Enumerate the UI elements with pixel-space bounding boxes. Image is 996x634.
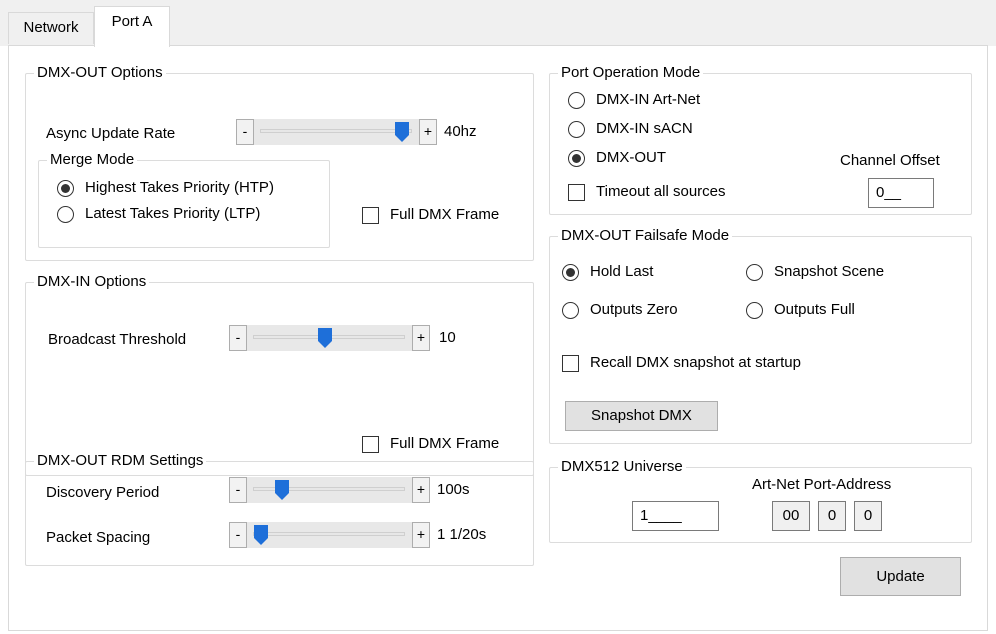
broadcast-threshold-label: Broadcast Threshold (48, 331, 187, 348)
hold-last-radio[interactable] (562, 264, 579, 281)
channel-offset-label: Channel Offset (840, 152, 940, 169)
dmx-in-options-group: DMX-IN Options Broadcast Threshold - + 1… (25, 273, 534, 476)
dmx-out-radio[interactable] (568, 150, 585, 167)
dmx-out-full-frame-label[interactable]: Full DMX Frame (390, 206, 499, 224)
async-increase-button[interactable]: + (419, 119, 437, 145)
dmx-in-sacn-radio[interactable] (568, 121, 585, 138)
dmx-out-options-group: DMX-OUT Options Async Update Rate - + 40… (25, 64, 534, 261)
dmx-in-options-title: DMX-IN Options (34, 273, 150, 291)
ltp-radio[interactable] (57, 206, 74, 223)
outputs-zero-label[interactable]: Outputs Zero (590, 301, 678, 319)
htp-radio[interactable] (57, 180, 74, 197)
channel-offset-field[interactable]: 0__ (868, 178, 934, 208)
dmx-in-artnet-label[interactable]: DMX-IN Art-Net (596, 91, 700, 109)
update-button[interactable]: Update (840, 557, 961, 596)
async-decrease-button[interactable]: - (236, 119, 254, 145)
async-track-area (254, 119, 419, 145)
universe-group: DMX512 Universe 1____ Art-Net Port-Addre… (549, 458, 972, 543)
dmx-out-options-title: DMX-OUT Options (34, 64, 166, 82)
outputs-full-label[interactable]: Outputs Full (774, 301, 855, 319)
artnet-subnet-field[interactable]: 0 (818, 501, 846, 531)
broadcast-decrease-button[interactable]: - (229, 325, 247, 351)
discovery-decrease-button[interactable]: - (229, 477, 247, 503)
timeout-all-sources-label[interactable]: Timeout all sources (596, 183, 726, 201)
snapshot-scene-radio[interactable] (746, 264, 763, 281)
async-thumb[interactable] (394, 122, 409, 142)
broadcast-threshold-value: 10 (439, 329, 456, 346)
tab-port-a-label: Port A (111, 13, 153, 30)
universe-field[interactable]: 1____ (632, 501, 719, 531)
snapshot-dmx-button[interactable]: Snapshot DMX (565, 401, 718, 431)
dmx-out-full-frame-checkbox[interactable] (362, 207, 379, 224)
dmx-in-sacn-label[interactable]: DMX-IN sACN (596, 120, 693, 138)
discovery-thumb[interactable] (274, 480, 289, 500)
merge-mode-group: Merge Mode Highest Takes Priority (HTP) … (38, 151, 330, 248)
tab-panel-port-a: DMX-OUT Options Async Update Rate - + 40… (8, 45, 988, 631)
tab-network-label: Network (23, 19, 79, 36)
universe-title: DMX512 Universe (558, 458, 686, 476)
snapshot-scene-label[interactable]: Snapshot Scene (774, 263, 884, 281)
rdm-settings-title: DMX-OUT RDM Settings (34, 452, 207, 470)
discovery-period-slider[interactable]: - + 100s (229, 477, 509, 503)
failsafe-group: DMX-OUT Failsafe Mode Hold Last Snapshot… (549, 227, 972, 444)
merge-mode-title: Merge Mode (47, 151, 138, 169)
htp-label[interactable]: Highest Takes Priority (HTP) (85, 179, 274, 197)
broadcast-track-area (247, 325, 412, 351)
artnet-universe-field[interactable]: 0 (854, 501, 882, 531)
dmx-out-label[interactable]: DMX-OUT (596, 149, 666, 167)
port-operation-group: Port Operation Mode DMX-IN Art-Net DMX-I… (549, 64, 972, 215)
dmx-in-full-frame-label[interactable]: Full DMX Frame (390, 435, 499, 453)
timeout-all-sources-checkbox[interactable] (568, 184, 585, 201)
tab-bar: Network Port A (0, 0, 996, 47)
spacing-thumb[interactable] (254, 525, 269, 545)
packet-spacing-slider[interactable]: - + 1 1/20s (229, 522, 519, 548)
async-track (260, 129, 412, 133)
rdm-settings-group: DMX-OUT RDM Settings Discovery Period - … (25, 452, 534, 566)
spacing-track-area (247, 522, 412, 548)
async-update-rate-value: 40hz (444, 123, 477, 140)
outputs-full-radio[interactable] (746, 302, 763, 319)
hold-last-label[interactable]: Hold Last (590, 263, 653, 281)
broadcast-threshold-slider[interactable]: - + 10 (229, 325, 489, 351)
spacing-track (253, 532, 405, 536)
outputs-zero-radio[interactable] (562, 302, 579, 319)
dmx-in-full-frame-checkbox[interactable] (362, 436, 379, 453)
broadcast-thumb[interactable] (318, 328, 333, 348)
failsafe-title: DMX-OUT Failsafe Mode (558, 227, 733, 245)
packet-spacing-value: 1 1/20s (437, 526, 487, 543)
discovery-track-area (247, 477, 412, 503)
tab-port-a[interactable]: Port A (94, 6, 170, 47)
packet-spacing-label: Packet Spacing (46, 529, 151, 546)
broadcast-increase-button[interactable]: + (412, 325, 430, 351)
discovery-period-value: 100s (437, 481, 470, 498)
spacing-decrease-button[interactable]: - (229, 522, 247, 548)
async-update-rate-label: Async Update Rate (46, 125, 176, 142)
async-update-rate-slider[interactable]: - + 40hz (236, 119, 516, 145)
recall-snapshot-label[interactable]: Recall DMX snapshot at startup (590, 354, 801, 372)
spacing-increase-button[interactable]: + (412, 522, 430, 548)
artnet-port-address-label: Art-Net Port-Address (752, 476, 892, 493)
recall-snapshot-checkbox[interactable] (562, 355, 579, 372)
discovery-increase-button[interactable]: + (412, 477, 430, 503)
port-operation-title: Port Operation Mode (558, 64, 704, 82)
tab-network[interactable]: Network (8, 12, 94, 44)
artnet-net-field[interactable]: 00 (772, 501, 810, 531)
ltp-label[interactable]: Latest Takes Priority (LTP) (85, 205, 260, 223)
dmx-in-artnet-radio[interactable] (568, 92, 585, 109)
discovery-period-label: Discovery Period (46, 484, 160, 501)
